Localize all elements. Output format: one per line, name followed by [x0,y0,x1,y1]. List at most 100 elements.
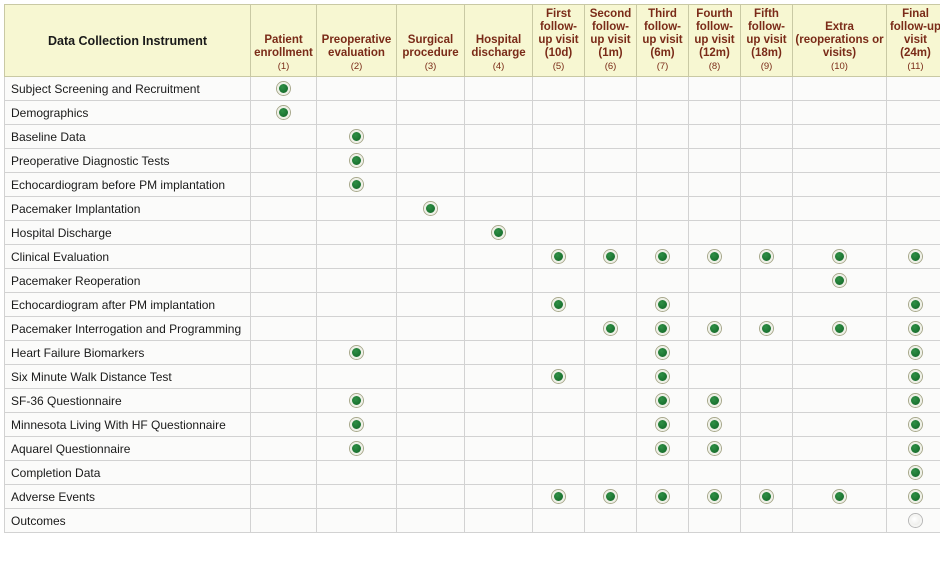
table-row: Pacemaker Implantation [4,196,940,222]
filled-dot-icon [277,105,290,119]
schedule-cell [688,268,741,294]
schedule-cell [396,484,465,510]
schedule-cell [316,100,397,126]
schedule-cell [886,508,940,534]
schedule-cell [250,316,317,342]
schedule-cell [792,100,887,126]
schedule-cell [584,76,637,102]
filled-dot-icon [350,417,363,431]
schedule-cell [532,436,585,462]
schedule-cell [250,484,317,510]
schedule-cell [250,100,317,126]
schedule-cell [532,340,585,366]
schedule-cell [250,412,317,438]
instrument-name-cell: Pacemaker Reoperation [4,268,251,294]
column-header-number: (9) [760,60,773,72]
schedule-cell [740,124,793,150]
filled-dot-icon [350,345,363,359]
column-header-label: Surgical procedure [402,33,459,59]
instrument-name-cell: Hospital Discharge [4,220,251,246]
filled-dot-icon [350,441,363,455]
column-header-fourth-follow-up-visit: Fourth follow-up visit (12m) (8) [688,3,741,78]
schedule-cell [464,100,533,126]
schedule-cell [316,172,397,198]
column-header-label: Fourth follow-up visit (12m) [694,8,735,59]
schedule-cell [636,124,689,150]
schedule-cell [688,436,741,462]
column-header-first-follow-up-visit: First follow-up visit (10d) (5) [532,3,585,78]
schedule-cell [464,148,533,174]
schedule-cell [584,172,637,198]
instrument-name-cell: Demographics [4,100,251,126]
schedule-cell [250,364,317,390]
column-header-extra-visits: Extra (reoperations or visits) (10) [792,3,887,78]
schedule-cell [584,412,637,438]
filled-dot-icon [833,273,846,287]
filled-dot-icon [424,201,437,215]
schedule-cell [636,388,689,414]
instrument-name-cell: Heart Failure Biomarkers [4,340,251,366]
schedule-cell [250,340,317,366]
column-header-number: (7) [656,60,669,72]
schedule-cell [316,508,397,534]
filled-dot-icon [656,417,669,431]
schedule-cell [464,76,533,102]
filled-dot-icon [656,249,669,263]
filled-dot-icon [708,249,721,263]
schedule-cell [464,292,533,318]
schedule-cell [740,100,793,126]
instrument-name-cell: Echocardiogram before PM implantation [4,172,251,198]
schedule-cell [464,124,533,150]
schedule-cell [740,316,793,342]
schedule-cell [316,292,397,318]
filled-dot-icon [604,489,617,503]
schedule-cell [636,364,689,390]
schedule-cell [464,364,533,390]
table-row: SF-36 Questionnaire [4,388,940,414]
schedule-cell [740,460,793,486]
schedule-cell [886,124,940,150]
schedule-cell [532,292,585,318]
schedule-cell [636,340,689,366]
column-header-number: (3) [424,60,437,72]
schedule-cell [532,196,585,222]
filled-dot-icon [492,225,505,239]
schedule-cell [792,460,887,486]
filled-dot-icon [760,489,773,503]
table-row: Minnesota Living With HF Questionnaire [4,412,940,438]
table-row: Completion Data [4,460,940,486]
schedule-cell [250,148,317,174]
schedule-cell [532,124,585,150]
column-header-label: Patient enrollment [254,33,313,59]
schedule-cell [464,484,533,510]
schedule-cell [250,172,317,198]
table-row: Pacemaker Reoperation [4,268,940,294]
schedule-cell [688,340,741,366]
schedule-cell [396,124,465,150]
schedule-cell [886,172,940,198]
filled-dot-icon [909,249,922,263]
schedule-cell [636,76,689,102]
filled-dot-icon [909,297,922,311]
schedule-cell [584,364,637,390]
schedule-cell [464,460,533,486]
schedule-cell [886,460,940,486]
schedule-cell [740,220,793,246]
table-row: Subject Screening and Recruitment [4,76,940,102]
instrument-name-cell: Pacemaker Implantation [4,196,251,222]
schedule-of-assessments: Data Collection Instrument Patient enrol… [0,0,940,534]
column-header-number: (2) [350,60,363,72]
schedule-cell [688,484,741,510]
column-header-label: Preoperative evaluation [321,33,392,59]
filled-dot-icon [909,465,922,479]
schedule-cell [886,412,940,438]
schedule-cell [688,412,741,438]
column-header-number: (6) [604,60,617,72]
schedule-cell [584,292,637,318]
schedule-cell [464,388,533,414]
column-header-number: (1) [277,60,290,72]
instrument-name-cell: Adverse Events [4,484,251,510]
schedule-cell [396,364,465,390]
table-header: Data Collection Instrument Patient enrol… [4,3,940,78]
schedule-cell [464,268,533,294]
